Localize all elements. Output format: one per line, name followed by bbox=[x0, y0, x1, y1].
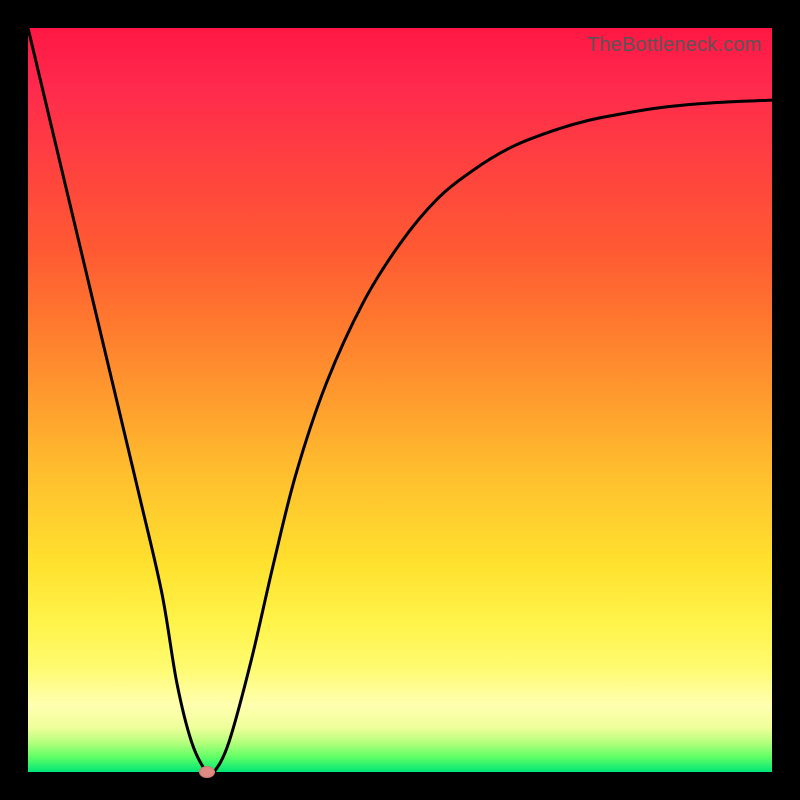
bottleneck-curve bbox=[28, 28, 772, 772]
plot-area: TheBottleneck.com bbox=[28, 28, 772, 772]
chart-frame: TheBottleneck.com bbox=[0, 0, 800, 800]
optimal-point-marker bbox=[199, 766, 215, 778]
watermark-text: TheBottleneck.com bbox=[587, 34, 762, 57]
